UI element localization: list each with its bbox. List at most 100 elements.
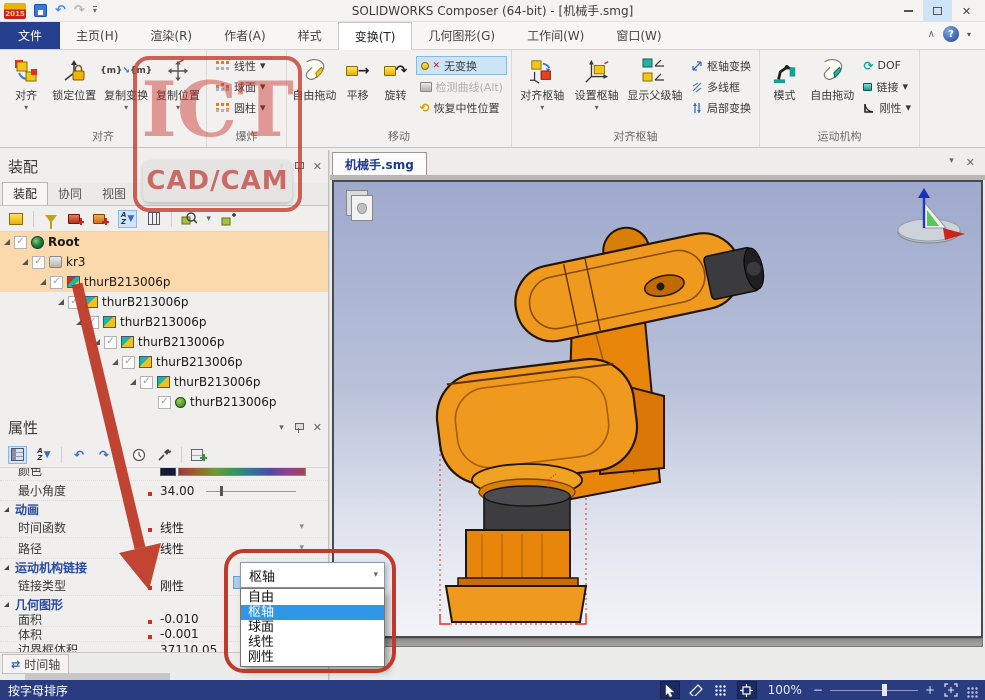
tab-transform[interactable]: 变换(T) [337, 22, 413, 50]
expand-icon[interactable] [76, 319, 82, 325]
lock-position-button[interactable]: 锁定位置 [50, 53, 98, 103]
combo-dropdown-icon[interactable]: ▾ [373, 570, 378, 580]
color-gradient-bar[interactable] [178, 468, 306, 476]
add-property-icon[interactable] [191, 446, 207, 464]
visibility-checkbox[interactable]: ✓ [122, 355, 135, 369]
tab-render[interactable]: 渲染(R) [134, 22, 208, 49]
close-button[interactable]: ✕ [952, 0, 981, 22]
robot-arm-model[interactable] [334, 182, 983, 636]
add-orange-actor-icon[interactable] [93, 210, 109, 228]
dropdown-icon[interactable]: ▾ [299, 543, 304, 553]
tab-collaborate[interactable]: 协同 [48, 183, 92, 205]
link-type-combobox[interactable]: 枢轴 ▾ [240, 562, 385, 588]
show-parent-axis-button[interactable]: 显示父级轴 [625, 53, 685, 103]
sort-alpha-icon[interactable]: A Z ▼ [36, 446, 52, 464]
select-mode-icon[interactable] [659, 681, 680, 699]
expand-icon[interactable] [58, 299, 64, 305]
local-transform-button[interactable]: 局部变换 [687, 98, 755, 117]
revert-property-icon[interactable]: ↶ [71, 446, 87, 464]
minimize-button[interactable] [894, 0, 923, 22]
search-dropdown-icon[interactable]: ▾ [206, 214, 211, 224]
expand-icon[interactable] [94, 339, 100, 345]
visibility-checkbox[interactable]: ✓ [32, 255, 45, 269]
help-icon[interactable]: ? [942, 26, 959, 42]
visibility-checkbox[interactable]: ✓ [158, 395, 171, 409]
maximize-button[interactable] [923, 0, 952, 22]
add-red-actor-icon[interactable] [68, 210, 84, 228]
link-button[interactable]: 链接 ▾ [859, 77, 915, 96]
tab-home[interactable]: 主页(H) [60, 22, 134, 49]
doc-tabs-dropdown-icon[interactable]: ▾ [949, 156, 954, 169]
tab-views[interactable]: 视图 [92, 183, 136, 205]
viewport-3d[interactable] [332, 180, 983, 638]
locate-actor-icon[interactable] [220, 210, 236, 228]
timeline-tab[interactable]: ⇄ 时间轴 [2, 654, 70, 674]
sort-alpha-icon[interactable]: A Z ▼ [118, 209, 138, 228]
tree-item[interactable]: ✓ thurB213006p [0, 352, 330, 372]
free-drag-button[interactable]: 自由拖动 [291, 53, 338, 103]
explode-linear-button[interactable]: 线性 ▾ [211, 56, 270, 75]
collapse-ribbon-icon[interactable]: ∧ [928, 29, 935, 40]
visibility-checkbox[interactable]: ✓ [50, 275, 63, 289]
tab-author[interactable]: 作者(A) [208, 22, 282, 49]
expand-icon[interactable] [4, 239, 10, 245]
timer-icon[interactable] [131, 446, 147, 464]
visibility-checkbox[interactable]: ✓ [86, 315, 99, 329]
color-swatch[interactable] [160, 468, 176, 476]
tab-style[interactable]: 样式 [282, 22, 338, 49]
measure-icon[interactable] [687, 681, 705, 699]
search-actor-icon[interactable] [181, 210, 198, 228]
categorized-view-icon[interactable] [8, 445, 27, 464]
explode-spherical-button[interactable]: 球面 ▾ [211, 77, 270, 96]
mode-button[interactable]: 模式 [764, 53, 805, 103]
kinematics-free-drag-button[interactable]: 自由拖动 [807, 53, 857, 103]
tab-geometry[interactable]: 几何图形(G) [412, 22, 511, 49]
visibility-checkbox[interactable]: ✓ [14, 235, 27, 249]
apply-property-icon[interactable]: ↷ [96, 446, 112, 464]
option-pivot[interactable]: 枢轴 [241, 605, 384, 620]
fit-view-icon[interactable] [736, 681, 757, 699]
tree-item-root[interactable]: ✓ Root [0, 232, 330, 252]
eyedropper-icon[interactable] [156, 446, 172, 464]
viewport-bottom-bar[interactable] [332, 638, 983, 647]
expand-icon[interactable] [130, 379, 136, 385]
linear-dropdown-icon[interactable]: ▾ [260, 59, 266, 72]
copy-position-dropdown-icon[interactable]: ▾ [176, 103, 180, 112]
option-rigid[interactable]: 刚性 [241, 650, 384, 665]
multi-wireframe-button[interactable]: 多线框 [687, 77, 755, 96]
explode-cylindrical-button[interactable]: 圆柱 ▾ [211, 98, 270, 117]
tree-item[interactable]: ✓ thurB213006p [0, 392, 330, 412]
cylindrical-dropdown-icon[interactable]: ▾ [260, 101, 266, 114]
hscroll-stub[interactable] [25, 673, 170, 680]
zoom-fit-icon[interactable] [942, 681, 960, 699]
tree-item[interactable]: ✓ thurB213006p [0, 332, 330, 352]
option-free[interactable]: 自由 [241, 590, 384, 605]
visibility-checkbox[interactable]: ✓ [140, 375, 153, 389]
tree-item[interactable]: ✓ thurB213006p [0, 292, 330, 312]
copy-transform-dropdown-icon[interactable]: ▾ [124, 103, 128, 112]
expand-icon[interactable] [112, 359, 118, 365]
align-dropdown-icon[interactable]: ▾ [24, 103, 28, 112]
help-dropdown-icon[interactable]: ▾ [967, 30, 971, 39]
tree-item[interactable]: ✓ thurB213006p [0, 372, 330, 392]
views-stack-icon[interactable] [346, 190, 380, 224]
copy-transform-button[interactable]: {m} ↘ {m} 复制变换 ▾ [100, 53, 152, 112]
assembly-menu-icon[interactable]: ▾ [279, 162, 284, 172]
visibility-checkbox[interactable]: ✓ [68, 295, 81, 309]
option-spherical[interactable]: 球面 [241, 620, 384, 635]
columns-icon[interactable] [146, 210, 162, 228]
tree-item[interactable]: ✓ thurB213006p [0, 272, 330, 292]
tab-window[interactable]: 窗口(W) [600, 22, 677, 49]
expand-icon[interactable] [22, 259, 28, 265]
spherical-dropdown-icon[interactable]: ▾ [260, 80, 266, 93]
dropdown-icon[interactable]: ▾ [299, 522, 304, 532]
property-row-time-function[interactable]: 时间函数 线性 ▾ [0, 517, 330, 538]
link-dropdown-icon[interactable]: ▾ [902, 80, 908, 93]
section-animation[interactable]: 动画 [0, 501, 330, 517]
section-expand-icon[interactable] [4, 601, 9, 607]
align-pivot-button[interactable]: 对齐枢轴 ▾ [516, 53, 568, 112]
rigid-dropdown-icon[interactable]: ▾ [905, 101, 911, 114]
tree-item[interactable]: ✓ thurB213006p [0, 312, 330, 332]
set-pivot-button[interactable]: 设置枢轴 ▾ [570, 53, 622, 112]
property-row-color[interactable]: 颜色 [0, 468, 330, 481]
